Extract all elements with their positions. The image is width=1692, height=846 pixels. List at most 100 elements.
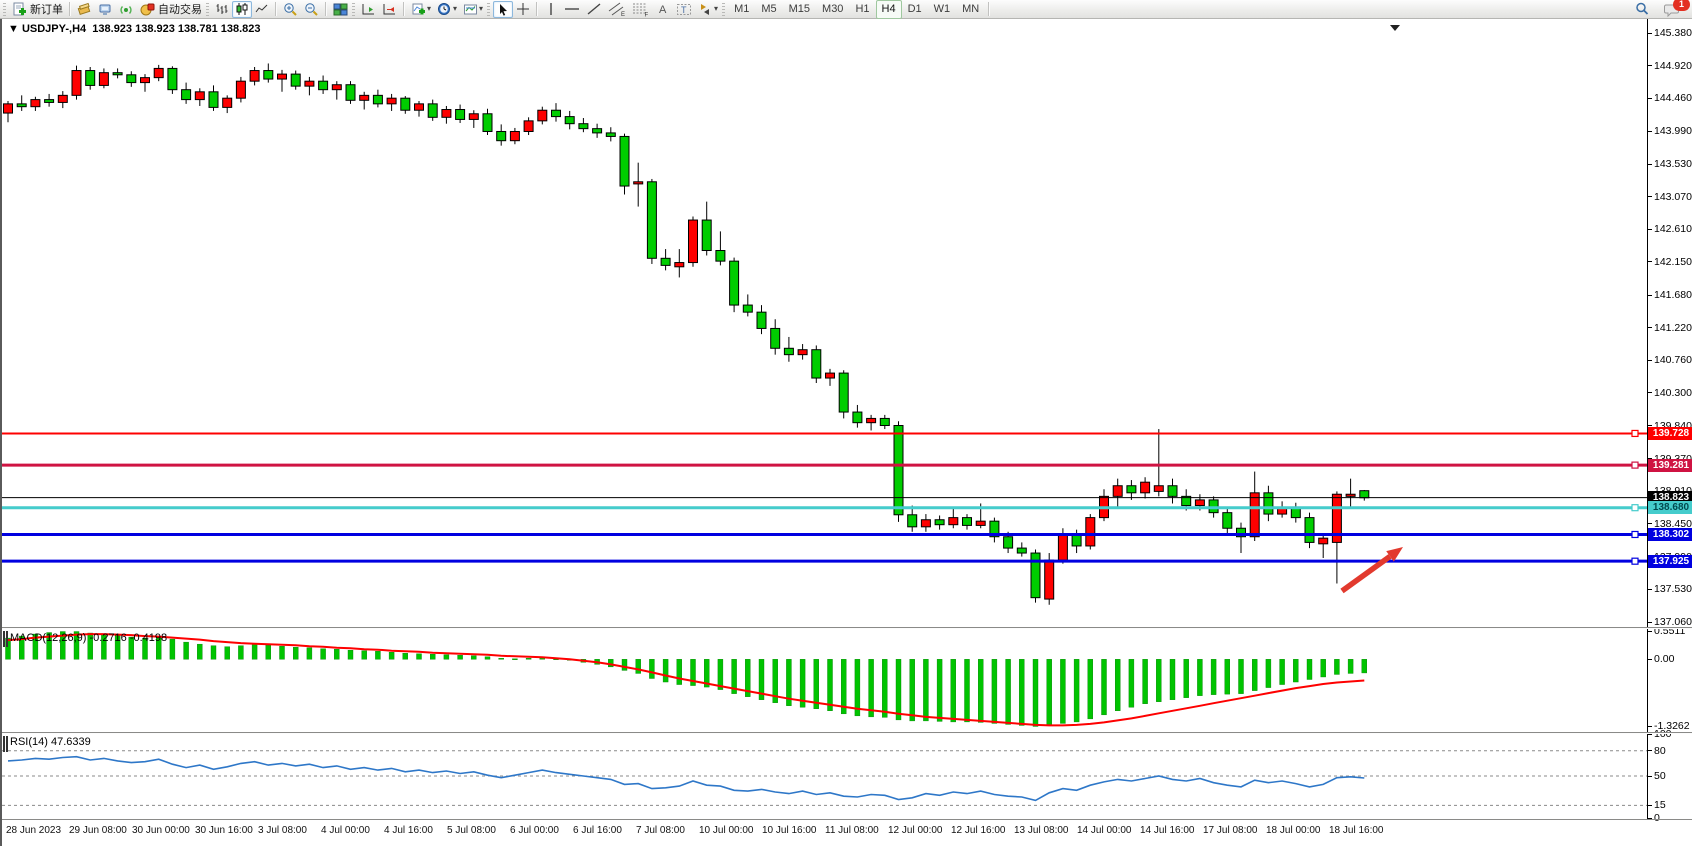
chart-shift-button[interactable] bbox=[379, 1, 400, 18]
toolbar-grip bbox=[352, 3, 355, 16]
svg-text:E: E bbox=[621, 12, 625, 17]
hline-price-label[interactable]: 139.728 bbox=[1648, 427, 1692, 440]
macd-name: MACD(12,26,9) bbox=[10, 632, 86, 644]
time-axis-label: 12 Jul 16:00 bbox=[951, 825, 1006, 836]
toolbar-separator bbox=[325, 2, 327, 16]
price-tick-mark bbox=[1647, 295, 1652, 296]
zoom-out-button[interactable] bbox=[301, 1, 322, 18]
autoscroll-button[interactable] bbox=[358, 1, 379, 18]
time-axis-label: 17 Jul 08:00 bbox=[1203, 825, 1258, 836]
candlestick-chart-icon bbox=[235, 2, 249, 16]
time-axis-label: 11 Jul 08:00 bbox=[825, 825, 879, 836]
search-button[interactable] bbox=[1631, 1, 1653, 18]
timeframe-m5[interactable]: M5 bbox=[755, 0, 782, 19]
price-tick-label: 137.530 bbox=[1654, 584, 1692, 595]
market-icon bbox=[77, 2, 92, 17]
line-chart-button[interactable] bbox=[252, 1, 272, 18]
dropdown-caret: ▾ bbox=[427, 5, 431, 13]
vps-button[interactable] bbox=[95, 1, 116, 18]
toolbar-separator bbox=[403, 2, 405, 16]
candlestick-chart-button[interactable] bbox=[232, 1, 252, 18]
macd-pane-grip bbox=[6, 631, 8, 647]
price-tick-mark bbox=[1647, 196, 1652, 197]
candles-series bbox=[4, 63, 1369, 604]
periods-button[interactable]: ▾ bbox=[434, 1, 460, 18]
shapes-button[interactable]: ▾ bbox=[695, 1, 721, 18]
autotrade-button[interactable]: 自动交易 bbox=[137, 1, 205, 18]
time-axis-label: 4 Jul 16:00 bbox=[384, 825, 433, 836]
timeframe-d1[interactable]: D1 bbox=[902, 0, 928, 19]
notifications-button[interactable]: 1 bbox=[1661, 1, 1684, 18]
chart-shift-icon bbox=[382, 2, 397, 17]
new-order-icon bbox=[12, 2, 27, 17]
timeframe-m1[interactable]: M1 bbox=[728, 0, 755, 19]
hline-price-label[interactable]: 138.302 bbox=[1648, 528, 1692, 541]
price-tick-mark bbox=[1647, 392, 1652, 393]
new-order-button[interactable]: 新订单 bbox=[9, 1, 66, 18]
price-tick-label: 141.220 bbox=[1654, 323, 1692, 334]
price-tick-mark bbox=[1647, 261, 1652, 262]
timeframe-h4[interactable]: H4 bbox=[876, 0, 902, 19]
fibonacci-button[interactable]: F bbox=[629, 1, 653, 18]
price-tick-label: 144.460 bbox=[1654, 93, 1692, 104]
time-axis-label: 10 Jul 00:00 bbox=[699, 825, 754, 836]
vertical-line-button[interactable] bbox=[541, 1, 561, 18]
hline-price-label[interactable]: 138.680 bbox=[1648, 501, 1692, 514]
timeframe-m15[interactable]: M15 bbox=[783, 0, 816, 19]
toolbar: 新订单 自动交易 bbox=[0, 0, 1692, 19]
rsi-series bbox=[2, 751, 1647, 806]
arrow-annotation[interactable] bbox=[1342, 547, 1403, 591]
rsi-name: RSI(14) bbox=[10, 736, 48, 748]
toolbar-grip bbox=[206, 3, 209, 16]
new-order-label: 新订单 bbox=[30, 1, 63, 17]
shapes-icon bbox=[698, 2, 713, 17]
autotrade-label: 自动交易 bbox=[158, 1, 202, 17]
periods-icon bbox=[437, 2, 452, 17]
time-axis-label: 7 Jul 08:00 bbox=[636, 825, 685, 836]
market-button[interactable] bbox=[74, 1, 95, 18]
cursor-icon bbox=[497, 3, 510, 16]
zoom-in-button[interactable] bbox=[280, 1, 301, 18]
macd-tick-mark bbox=[1647, 659, 1652, 660]
new-chart-button[interactable]: ▾ bbox=[408, 1, 434, 18]
chart-canvas[interactable] bbox=[2, 19, 1647, 820]
equidistant-channel-button[interactable]: E bbox=[605, 1, 629, 18]
price-axis-border bbox=[1647, 19, 1648, 819]
bar-chart-button[interactable] bbox=[212, 1, 232, 18]
tile-windows-button[interactable] bbox=[330, 1, 351, 18]
hline-price-label[interactable]: 137.925 bbox=[1648, 555, 1692, 568]
chart-window[interactable]: 145.380144.920144.460143.990143.530143.0… bbox=[0, 19, 1692, 846]
rsi-label[interactable]: RSI(14) 47.6339 bbox=[10, 736, 91, 748]
timeframe-mn[interactable]: MN bbox=[956, 0, 985, 19]
crosshair-button[interactable] bbox=[513, 1, 533, 18]
equidistant-channel-icon: E bbox=[608, 2, 626, 17]
symbol-dropdown-caret[interactable]: ▼ bbox=[8, 23, 22, 35]
svg-text:T: T bbox=[681, 5, 687, 15]
price-tick-mark bbox=[1647, 589, 1652, 590]
trendline-button[interactable] bbox=[583, 1, 605, 18]
timeframe-h1[interactable]: H1 bbox=[849, 0, 875, 19]
ohlc-readout: 138.923 138.923 138.781 138.823 bbox=[92, 23, 260, 35]
macd-label[interactable]: MACD(12,26,9) -0.2716 -0.4198 bbox=[10, 632, 167, 644]
templates-button[interactable]: ▾ bbox=[460, 1, 486, 18]
rsi-tick-label: 80 bbox=[1654, 746, 1666, 757]
fibonacci-icon: F bbox=[632, 2, 650, 17]
label-icon: T bbox=[676, 2, 692, 17]
price-tick-label: 144.920 bbox=[1654, 61, 1692, 72]
price-tick-mark bbox=[1647, 98, 1652, 99]
macd-tick-mark bbox=[1647, 631, 1652, 632]
label-button[interactable]: T bbox=[673, 1, 695, 18]
timeframe-w1[interactable]: W1 bbox=[928, 0, 957, 19]
horizontal-line-button[interactable] bbox=[561, 1, 583, 18]
rsi-tick-label: 100 bbox=[1654, 729, 1672, 740]
cursor-button[interactable] bbox=[493, 1, 513, 18]
text-button[interactable]: A bbox=[653, 1, 673, 18]
timeframe-m30[interactable]: M30 bbox=[816, 0, 849, 19]
macd-series bbox=[6, 632, 1367, 727]
price-tick-label: 143.990 bbox=[1654, 126, 1692, 137]
toolbar-separator bbox=[536, 2, 538, 16]
signals-button[interactable] bbox=[116, 1, 137, 18]
chart-title[interactable]: ▼ USDJPY-,H4 138.923 138.923 138.781 138… bbox=[8, 23, 261, 35]
hline-price-label[interactable]: 139.281 bbox=[1648, 459, 1692, 472]
svg-text:F: F bbox=[645, 12, 649, 17]
